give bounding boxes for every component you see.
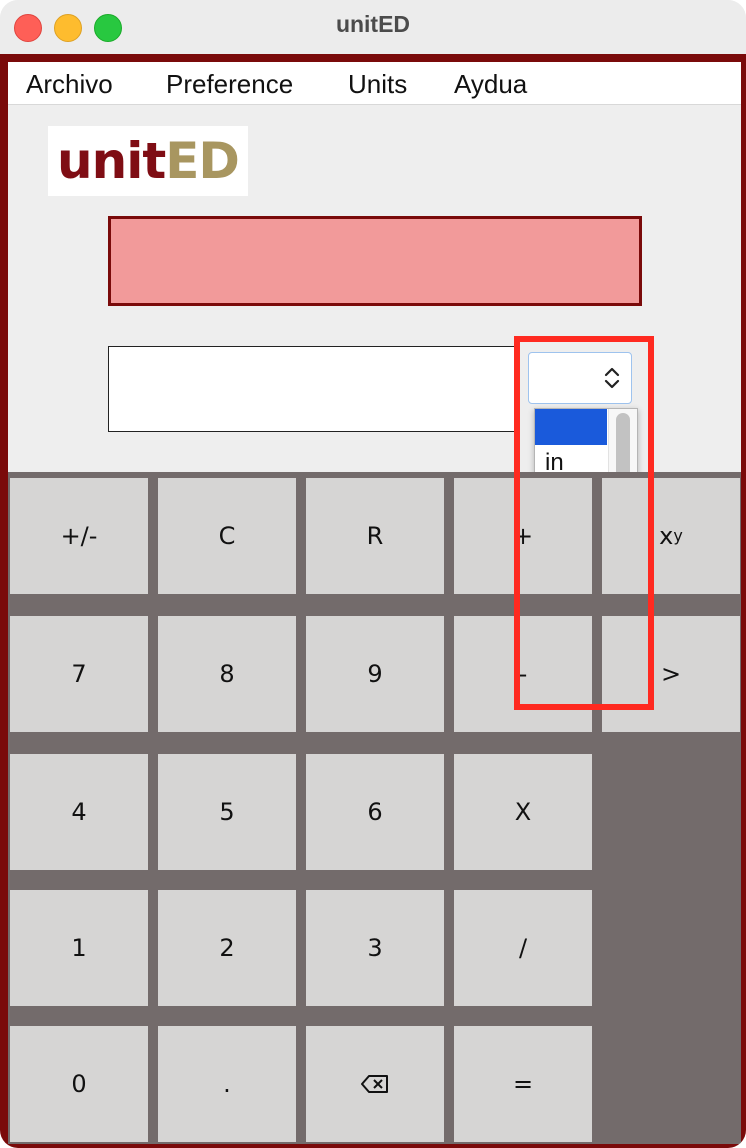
key-6[interactable]: 6 [306, 754, 444, 870]
menu-preference[interactable]: Preference [166, 69, 293, 100]
title-bar: unitED [0, 0, 746, 55]
key-convert[interactable]: > [602, 616, 740, 732]
app-window: unitED Archivo Preference Units Aydua un… [0, 0, 746, 1148]
key-add[interactable]: + [454, 478, 592, 594]
window-frame: Archivo Preference Units Aydua unitED in… [0, 54, 746, 1148]
key-clear[interactable]: C [158, 478, 296, 594]
key-2[interactable]: 2 [158, 890, 296, 1006]
menu-archivo[interactable]: Archivo [26, 69, 113, 100]
app-logo: unitED [48, 126, 248, 196]
value-input-field[interactable] [108, 346, 516, 432]
key-divide[interactable]: / [454, 890, 592, 1006]
key-0[interactable]: 0 [10, 1026, 148, 1142]
key-decimal[interactable]: . [158, 1026, 296, 1142]
key-3[interactable]: 3 [306, 890, 444, 1006]
window-title: unitED [335, 11, 411, 37]
key-power-base: x [659, 522, 674, 550]
unit-select[interactable] [528, 352, 632, 404]
menu-bar: Archivo Preference Units Aydua [8, 62, 741, 105]
logo-text-unit: unit [57, 132, 166, 190]
key-reset[interactable]: R [306, 478, 444, 594]
backspace-icon [361, 1075, 388, 1093]
key-equals[interactable]: = [454, 1026, 592, 1142]
key-subtract[interactable]: - [454, 616, 592, 732]
key-power[interactable]: xy [602, 478, 740, 594]
key-9[interactable]: 9 [306, 616, 444, 732]
window-content: Archivo Preference Units Aydua unitED in… [8, 62, 741, 1144]
key-4[interactable]: 4 [10, 754, 148, 870]
key-multiply[interactable]: X [454, 754, 592, 870]
keypad: +/- C R + xy 7 8 9 - > 4 5 6 X 1 2 3 / 0… [8, 472, 741, 1144]
menu-aydua[interactable]: Aydua [454, 69, 527, 100]
key-7[interactable]: 7 [10, 616, 148, 732]
key-backspace[interactable] [306, 1026, 444, 1142]
result-display [108, 216, 642, 306]
key-1[interactable]: 1 [10, 890, 148, 1006]
logo-text-ed: ED [165, 132, 240, 190]
key-plus-minus[interactable]: +/- [10, 478, 148, 594]
key-8[interactable]: 8 [158, 616, 296, 732]
chevron-updown-icon [601, 365, 623, 391]
key-5[interactable]: 5 [158, 754, 296, 870]
unit-option-empty[interactable] [535, 409, 607, 445]
menu-units[interactable]: Units [348, 69, 407, 100]
